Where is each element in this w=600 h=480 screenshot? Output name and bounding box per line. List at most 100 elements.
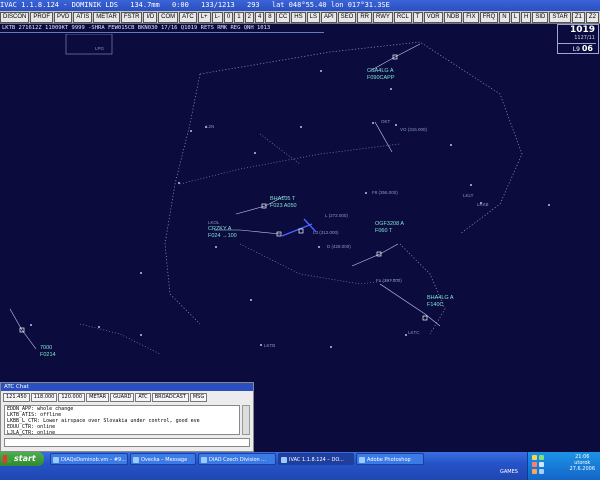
aircraft-callsign[interactable]: BHA105 T xyxy=(270,196,296,202)
toolbar-button-ls[interactable]: LS xyxy=(306,11,320,23)
toolbar-button-fstr[interactable]: FSTR xyxy=(120,11,143,23)
toolbar-button-z1[interactable]: Z1 xyxy=(571,11,585,23)
toolbar-button-atc[interactable]: ATC xyxy=(179,11,197,23)
visibility-readout: 0:00 xyxy=(171,1,189,9)
toolbar-button-2[interactable]: 2 xyxy=(244,11,254,23)
quick-launch-label[interactable]: GAMES xyxy=(500,465,518,479)
range-label: LPG xyxy=(95,46,105,51)
atc-chat-panel: ATC Chat 121.450 118.000 120.000 METAR GUARD… xyxy=(0,382,254,452)
aircraft-callsign[interactable]: CSA4LG A xyxy=(367,68,394,74)
app-icon xyxy=(359,457,365,463)
fix-label: LKTC xyxy=(408,330,420,335)
window-title: IVAC 1.1.8.124 - DOMINIK LDS xyxy=(0,1,119,9)
chat-tab[interactable]: ATC xyxy=(135,393,151,402)
app-icon xyxy=(201,457,207,463)
fix-label: L3 (312.000) xyxy=(313,230,339,235)
toolbar-button-1[interactable]: 1 xyxy=(234,11,244,23)
chat-tab[interactable]: GUARD xyxy=(110,393,135,402)
tray-icon[interactable] xyxy=(532,455,537,460)
fix-points xyxy=(30,70,550,348)
taskbar-task[interactable]: IVAC 1.1.8.124 – DO... xyxy=(278,453,354,465)
selected-track[interactable] xyxy=(281,218,317,237)
toolbar-button-z2[interactable]: Z2 xyxy=(585,11,599,23)
fix-label: LKLT xyxy=(463,193,474,198)
start-button[interactable]: start xyxy=(0,452,44,466)
taskbar-task[interactable]: Ovecka – Message xyxy=(130,453,196,465)
toolbar-button-rcl[interactable]: RCL xyxy=(393,11,412,23)
toolbar-button-com[interactable]: COM xyxy=(158,11,179,23)
sector-boundary-west xyxy=(164,73,201,325)
app-icon xyxy=(53,457,59,463)
leader-lines xyxy=(9,43,441,350)
metar-bar: LKTB 271612Z 11009KT 9999 -SHRA FEW015CB… xyxy=(0,24,324,33)
toolbar-button-n[interactable]: N xyxy=(499,11,510,23)
toolbar-button-vor[interactable]: VOR xyxy=(423,11,443,23)
toolbar-button-0[interactable]: 0 xyxy=(223,11,234,23)
toolbar-button-atis[interactable]: ATIS xyxy=(73,11,93,23)
toolbar-button-prof[interactable]: PROF xyxy=(30,11,54,23)
aircraft-callsign[interactable]: 7000 xyxy=(40,345,52,351)
fix-label: LKKB xyxy=(477,202,489,207)
toolbar-button-seo[interactable]: SEO xyxy=(337,11,357,23)
toolbar-button-pvd[interactable]: PVD xyxy=(54,11,73,23)
toolbar-button-frq[interactable]: FRQ xyxy=(479,11,499,23)
airway-line-4 xyxy=(79,323,161,355)
taskbar-task-label: IVAC 1.1.8.124 – DO... xyxy=(289,457,344,463)
toolbar-button-8[interactable]: 8 xyxy=(265,11,275,23)
chat-tab[interactable]: 121.450 xyxy=(3,393,30,402)
toolbar-button-4[interactable]: 4 xyxy=(254,11,265,23)
chat-scrollbar[interactable] xyxy=(242,405,250,435)
aircraft-tag-line2: F0214 xyxy=(40,352,56,358)
chat-tab[interactable]: MSG xyxy=(189,393,208,402)
toolbar-button-metar[interactable]: METAR xyxy=(93,11,120,23)
chat-tab[interactable]: METAR xyxy=(86,393,110,402)
toolbar-button-discon[interactable]: DISCON xyxy=(0,11,30,23)
sector-boundary-east xyxy=(399,243,446,335)
chat-tab[interactable]: 118.000 xyxy=(30,393,58,402)
toolbar-button-sid[interactable]: SID xyxy=(532,11,549,23)
taskbar-task[interactable]: DIAQsDominob.vm – #9... xyxy=(50,453,128,465)
aircraft-tag-line2: F024 →100 xyxy=(208,233,237,239)
window-titlebar: IVAC 1.1.8.124 - DOMINIK LDS 134.7mm 0:0… xyxy=(0,0,600,11)
volume-icon[interactable] xyxy=(539,469,544,474)
toolbar-button-hs[interactable]: HS xyxy=(291,11,306,23)
taskbar-task-label: DIAQsDominob.vm – #9... xyxy=(61,457,127,463)
clock-date: 27.6.2006 xyxy=(569,466,595,472)
toolbar-button-l[interactable]: L xyxy=(510,11,520,23)
fix-label: F8 (356.000) xyxy=(372,190,398,195)
fix-label: VO (315.000) xyxy=(400,127,428,132)
chat-log[interactable]: EDDN_APP: whole change LKTB_ATIS: offline… xyxy=(4,405,240,436)
toolbar-button-cc[interactable]: CC xyxy=(275,11,291,23)
aircraft-tag-line2: F023 A050 xyxy=(270,203,297,209)
squawk-readout: 133/1213 xyxy=(201,1,235,9)
toolbar-button-rr[interactable]: RR xyxy=(357,11,372,23)
toolbar-button-i-d[interactable]: I/D xyxy=(143,11,158,23)
fix-label: D (428.000) xyxy=(327,244,351,249)
chat-tab[interactable]: 120.000 xyxy=(58,393,86,402)
tray-icon[interactable] xyxy=(539,455,544,460)
toolbar-button-api[interactable]: API xyxy=(320,11,337,23)
aircraft-callsign[interactable]: BHA4LG A xyxy=(427,295,454,301)
aircraft-callsign[interactable]: OGF3208 A xyxy=(375,221,404,227)
aircraft-tag-line2: F140C xyxy=(427,302,444,308)
toolbar-button-l-[interactable]: L+ xyxy=(197,11,211,23)
chat-input[interactable] xyxy=(4,438,250,447)
toolbar-button-t[interactable]: T xyxy=(412,11,423,23)
toolbar-button-star[interactable]: STAR xyxy=(549,11,571,23)
tray-icon[interactable] xyxy=(532,462,537,467)
tray-icon[interactable] xyxy=(539,462,544,467)
aircraft-callsign[interactable]: CRZKY A xyxy=(208,226,232,232)
tray-icon[interactable] xyxy=(532,469,537,474)
toolbar-button-h[interactable]: H xyxy=(520,11,532,23)
chat-tab[interactable]: BROADCAST xyxy=(151,393,189,402)
taskbar-task[interactable]: DIAO Czech Division ... xyxy=(198,453,276,465)
radar-scope[interactable]: LPG L2N VO (315.000) F8 (356.000) L (272… xyxy=(0,34,600,382)
start-label: start xyxy=(14,454,36,463)
fix-label: LKOL xyxy=(208,220,220,225)
toolbar-button-rwy[interactable]: RWY xyxy=(373,11,393,23)
toolbar-button-ndb[interactable]: NDB xyxy=(443,11,463,23)
toolbar-button-fix[interactable]: FIX xyxy=(463,11,479,23)
taskbar-task[interactable]: Adobe Photoshop xyxy=(356,453,424,465)
toolbar-button-l-[interactable]: L- xyxy=(211,11,223,23)
tray-clock[interactable]: 21:06 utorok 27.6.2006 xyxy=(570,454,595,472)
